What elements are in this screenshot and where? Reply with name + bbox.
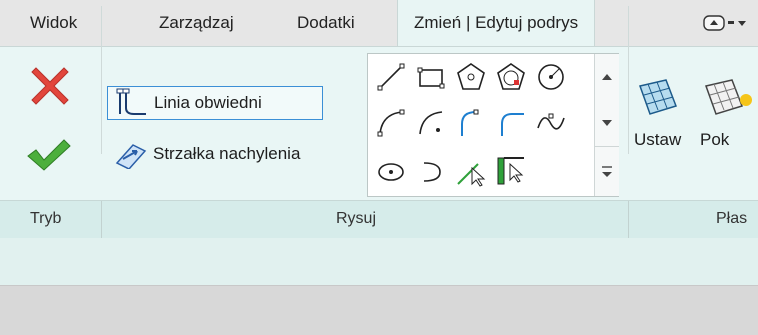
group-label-plaszczyzna: Płas — [716, 210, 748, 227]
draw-tools-gallery — [367, 53, 619, 197]
slope-arrow-button[interactable]: Strzałka nachylenia — [107, 138, 361, 170]
finish-edit-mode-button[interactable] — [24, 134, 72, 174]
slope-arrow-label: Strzałka nachylenia — [153, 144, 301, 163]
line-icon[interactable] — [374, 60, 408, 94]
show-plane-icon — [705, 79, 752, 115]
options-bar — [0, 238, 758, 285]
set-work-plane-button[interactable] — [634, 76, 682, 120]
fillet-arc-icon[interactable] — [494, 106, 528, 140]
pick-walls-icon[interactable] — [494, 154, 528, 188]
ellipse-icon[interactable] — [374, 154, 408, 188]
expand-gallery-icon — [602, 166, 612, 177]
gallery-expand-button[interactable] — [595, 146, 619, 193]
tab-zarzadzaj[interactable]: Zarządzaj — [159, 0, 234, 46]
boundary-line-icon — [116, 88, 146, 115]
group-separator — [628, 6, 629, 154]
tab-widok[interactable]: Widok — [30, 0, 77, 46]
group-label-separator — [628, 201, 629, 238]
group-separator — [101, 6, 102, 154]
cancel-edit-mode-button[interactable] — [28, 62, 72, 106]
circle-icon[interactable] — [534, 60, 568, 94]
gallery-scroll-up-button[interactable] — [595, 54, 619, 100]
gallery-scrollbar[interactable] — [594, 54, 619, 196]
slope-arrow-icon — [115, 144, 147, 169]
boundary-line-label: Linia obwiedni — [154, 93, 262, 112]
chevron-up-icon — [602, 74, 612, 80]
group-label-tryb: Tryb — [30, 210, 62, 227]
center-ends-arc-icon[interactable] — [414, 106, 448, 140]
red-x-icon — [31, 67, 69, 105]
group-label-separator — [101, 201, 102, 238]
spline-icon[interactable] — [534, 106, 568, 140]
tab-zmien-edytuj-podrys[interactable]: Zmień | Edytuj podrys — [397, 0, 596, 46]
grid-plane-icon — [639, 79, 677, 115]
tab-dodatki[interactable]: Dodatki — [297, 0, 355, 46]
green-check-icon — [27, 139, 71, 171]
circumscribed-polygon-icon[interactable] — [494, 60, 528, 94]
inscribed-polygon-icon[interactable] — [454, 60, 488, 94]
panel-visibility-icon — [703, 15, 746, 31]
rectangle-icon[interactable] — [414, 60, 448, 94]
chevron-down-icon — [602, 120, 612, 126]
boundary-line-button[interactable]: Linia obwiedni — [107, 86, 323, 120]
start-end-arc-icon[interactable] — [374, 106, 408, 140]
pick-lines-icon[interactable] — [454, 154, 488, 188]
view-area-strip — [0, 285, 758, 335]
show-work-plane-label[interactable]: Pok — [700, 130, 729, 150]
set-work-plane-label[interactable]: Ustaw — [634, 130, 681, 150]
ribbon-group-label-bar: Tryb Rysuj Płas — [0, 200, 758, 239]
tangent-arc-icon[interactable] — [454, 106, 488, 140]
gallery-scroll-down-button[interactable] — [595, 100, 619, 146]
ribbon-tab-bar: Widok Zarządzaj Dodatki Zmień | Edytuj p… — [0, 0, 758, 46]
show-work-plane-button[interactable] — [700, 76, 758, 120]
partial-ellipse-icon[interactable] — [414, 154, 448, 188]
panel-visibility-dropdown[interactable] — [702, 12, 754, 34]
group-label-rysuj: Rysuj — [336, 210, 377, 227]
